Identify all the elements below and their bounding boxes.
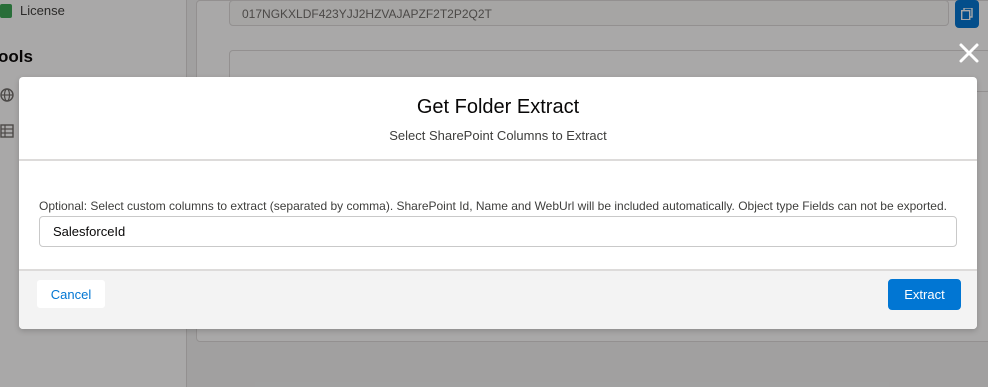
columns-help-text: Optional: Select custom columns to extra… <box>39 199 947 213</box>
columns-input[interactable] <box>39 216 957 247</box>
modal-body: Optional: Select custom columns to extra… <box>19 161 977 271</box>
cancel-button[interactable]: Cancel <box>36 279 106 309</box>
close-icon[interactable] <box>958 42 980 64</box>
modal-footer: Cancel Extract <box>19 271 977 329</box>
extract-modal: Get Folder Extract Select SharePoint Col… <box>19 77 977 329</box>
modal-header: Get Folder Extract Select SharePoint Col… <box>19 77 977 161</box>
modal-subtitle: Select SharePoint Columns to Extract <box>389 128 607 143</box>
modal-title: Get Folder Extract <box>416 96 580 118</box>
extract-button[interactable]: Extract <box>888 279 961 310</box>
